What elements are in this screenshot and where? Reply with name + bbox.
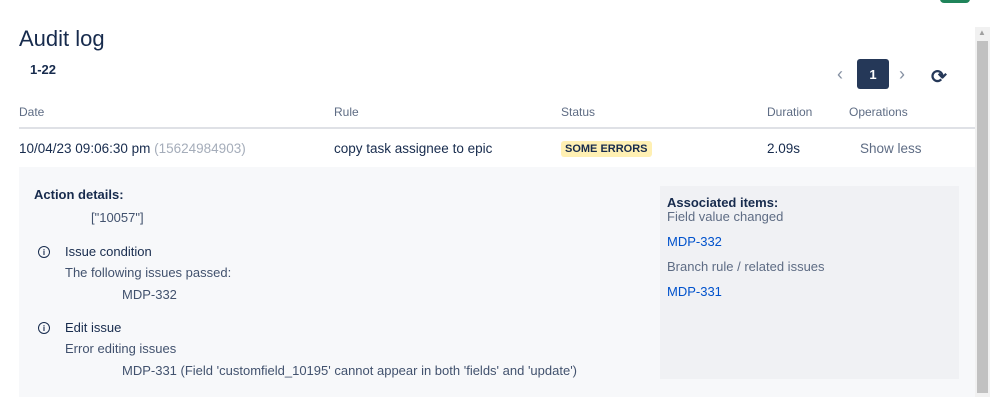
prev-page-button[interactable]: ‹ — [837, 64, 843, 85]
row-date: 10/04/23 09:06:30 pm (15624984903) — [19, 141, 246, 156]
assoc-group-title: Field value changed — [667, 209, 784, 224]
row-rule: copy task assignee to epic — [334, 141, 493, 156]
col-duration: Duration — [767, 105, 813, 119]
status-badge: SOME ERRORS — [561, 141, 652, 157]
show-less-button[interactable]: Show less — [860, 141, 922, 156]
header-divider — [19, 127, 975, 129]
refresh-icon[interactable]: ⟳ — [931, 66, 947, 89]
col-rule: Rule — [334, 105, 359, 119]
next-page-button[interactable]: › — [899, 64, 905, 85]
step-value: MDP-332 — [122, 287, 177, 302]
step-desc: Error editing issues — [65, 341, 177, 356]
step-desc: The following issues passed: — [65, 265, 232, 280]
action-details-label: Action details: — [34, 187, 124, 202]
associated-label: Associated items: — [667, 195, 779, 210]
create-button[interactable] — [940, 0, 970, 3]
action-details-value: ["10057"] — [91, 210, 144, 225]
step-title: Edit issue — [65, 320, 122, 335]
row-duration: 2.09s — [767, 141, 801, 156]
row-id: (15624984903) — [154, 141, 246, 156]
scrollbar-thumb[interactable] — [977, 41, 988, 393]
assoc-issue-link[interactable]: MDP-331 — [667, 284, 722, 299]
assoc-group-title: Branch rule / related issues — [667, 259, 825, 274]
col-date: Date — [19, 105, 45, 119]
info-icon: i — [38, 322, 50, 334]
assoc-issue-link[interactable]: MDP-332 — [667, 234, 722, 249]
page-title: Audit log — [19, 26, 105, 51]
step-title: Issue condition — [65, 244, 152, 259]
step-value: MDP-331 (Field 'customfield_10195' canno… — [122, 363, 577, 378]
page-1-button[interactable]: 1 — [857, 59, 889, 89]
col-operations: Operations — [849, 105, 908, 119]
result-range: 1-22 — [30, 62, 57, 77]
date-text: 10/04/23 09:06:30 pm — [19, 141, 151, 156]
info-icon: i — [38, 246, 50, 258]
col-status: Status — [561, 105, 596, 119]
scroll-up-icon[interactable]: ▲ — [978, 28, 986, 37]
